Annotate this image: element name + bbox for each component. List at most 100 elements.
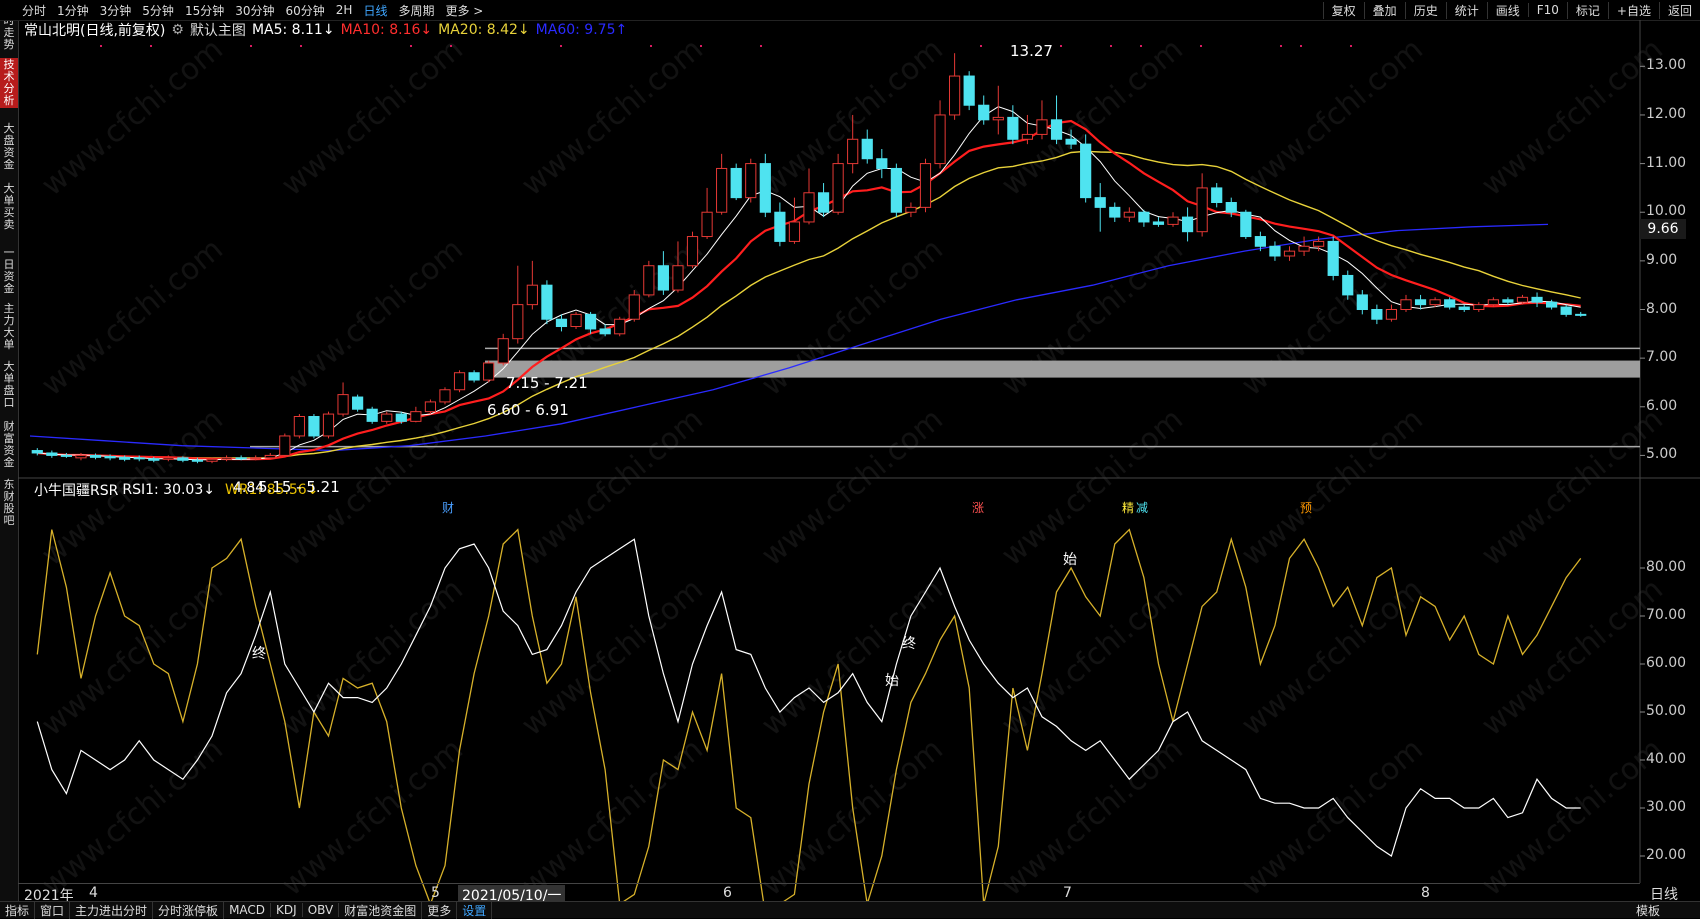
bottom-tab-2[interactable]: 主力进出分时: [70, 901, 154, 919]
candle[interactable]: [1050, 119, 1063, 140]
candle[interactable]: [1240, 211, 1252, 238]
bottom-tab-4[interactable]: MACD: [224, 903, 272, 917]
candle[interactable]: [60, 454, 72, 457]
candle[interactable]: [992, 116, 1004, 121]
candle[interactable]: [264, 454, 276, 459]
candle[interactable]: [1458, 306, 1470, 310]
candle[interactable]: [250, 457, 262, 460]
candle[interactable]: [1036, 119, 1048, 135]
candle[interactable]: [1152, 221, 1165, 225]
candle[interactable]: [162, 457, 174, 460]
candle[interactable]: [308, 416, 320, 437]
candle[interactable]: [468, 372, 480, 381]
candle[interactable]: [774, 211, 786, 242]
candle[interactable]: [235, 457, 247, 460]
candle[interactable]: [453, 372, 466, 391]
candle[interactable]: [1123, 211, 1135, 218]
candle[interactable]: [788, 221, 801, 242]
candle[interactable]: [206, 458, 218, 462]
candle[interactable]: [1269, 245, 1281, 257]
candle[interactable]: [75, 454, 87, 459]
candle[interactable]: [1298, 245, 1310, 252]
candle[interactable]: [512, 304, 524, 340]
candle[interactable]: [1313, 240, 1325, 247]
candle[interactable]: [1560, 306, 1572, 315]
candle[interactable]: [628, 294, 640, 320]
candle[interactable]: [657, 265, 669, 291]
candle[interactable]: [381, 413, 393, 422]
candle[interactable]: [759, 163, 771, 213]
candle[interactable]: [978, 104, 990, 121]
candle[interactable]: [817, 192, 830, 213]
candle[interactable]: [366, 408, 378, 422]
candle[interactable]: [1487, 299, 1499, 306]
candle[interactable]: [1473, 304, 1485, 310]
candle[interactable]: [963, 75, 975, 106]
candle[interactable]: [104, 455, 116, 459]
candle[interactable]: [555, 318, 568, 328]
candle[interactable]: [890, 167, 902, 213]
candle[interactable]: [1254, 236, 1266, 247]
candle[interactable]: [847, 138, 859, 165]
candle[interactable]: [1516, 296, 1529, 303]
candle[interactable]: [1575, 313, 1587, 316]
candle[interactable]: [1429, 299, 1441, 306]
candle[interactable]: [614, 318, 626, 335]
candle[interactable]: [1007, 116, 1019, 140]
bottom-tab-7[interactable]: 财富池资金图: [339, 901, 423, 919]
candle[interactable]: [570, 313, 582, 328]
bottom-tab-0[interactable]: 指标: [0, 901, 36, 919]
candle[interactable]: [177, 457, 189, 461]
candle[interactable]: [1109, 206, 1121, 218]
candle[interactable]: [46, 452, 58, 456]
candle[interactable]: [410, 411, 422, 422]
candle[interactable]: [1065, 138, 1077, 145]
candle[interactable]: [1327, 240, 1339, 276]
candle[interactable]: [1021, 133, 1034, 140]
candle[interactable]: [861, 138, 873, 160]
candle[interactable]: [919, 163, 932, 208]
candle[interactable]: [526, 284, 538, 306]
bottom-tab-3[interactable]: 分时涨停板: [153, 901, 225, 919]
candle[interactable]: [279, 435, 291, 456]
bottom-tab-6[interactable]: OBV: [303, 903, 340, 917]
candle[interactable]: [905, 206, 917, 213]
candlestick-chart[interactable]: 13.274.847.15 - 7.216.60 - 6.915.15 - 5.…: [0, 0, 1700, 917]
candle[interactable]: [1225, 202, 1237, 213]
candle[interactable]: [1414, 299, 1427, 306]
bottom-tab-5[interactable]: KDJ: [271, 903, 303, 917]
candle[interactable]: [745, 163, 757, 199]
candle[interactable]: [1211, 187, 1223, 203]
candle[interactable]: [1356, 294, 1368, 310]
templates-button[interactable]: 模板: [1636, 902, 1660, 919]
bottom-tab-9[interactable]: 设置: [457, 901, 493, 919]
candle[interactable]: [1138, 211, 1150, 223]
candle[interactable]: [89, 454, 102, 458]
candle[interactable]: [1385, 309, 1398, 320]
candle[interactable]: [716, 167, 728, 213]
candle[interactable]: [31, 450, 43, 454]
candle[interactable]: [949, 75, 961, 116]
candle[interactable]: [686, 236, 699, 267]
candle[interactable]: [1502, 299, 1514, 303]
candle[interactable]: [803, 192, 815, 223]
candle[interactable]: [497, 338, 509, 364]
candle[interactable]: [599, 328, 611, 335]
candle[interactable]: [1181, 216, 1194, 233]
candle[interactable]: [439, 389, 451, 403]
candle[interactable]: [133, 457, 145, 460]
bottom-tab-8[interactable]: 更多: [422, 901, 458, 919]
candle[interactable]: [1080, 143, 1092, 199]
candle[interactable]: [1167, 216, 1179, 225]
bottom-tab-1[interactable]: 窗口: [35, 901, 71, 919]
candle[interactable]: [701, 211, 713, 238]
candle[interactable]: [1531, 296, 1543, 303]
candle[interactable]: [1371, 309, 1383, 320]
candle[interactable]: [1342, 274, 1354, 296]
candle[interactable]: [672, 265, 684, 291]
candle[interactable]: [293, 416, 305, 437]
candle[interactable]: [584, 313, 597, 330]
candle[interactable]: [541, 284, 553, 320]
candle[interactable]: [1196, 187, 1208, 233]
candle[interactable]: [352, 396, 364, 410]
